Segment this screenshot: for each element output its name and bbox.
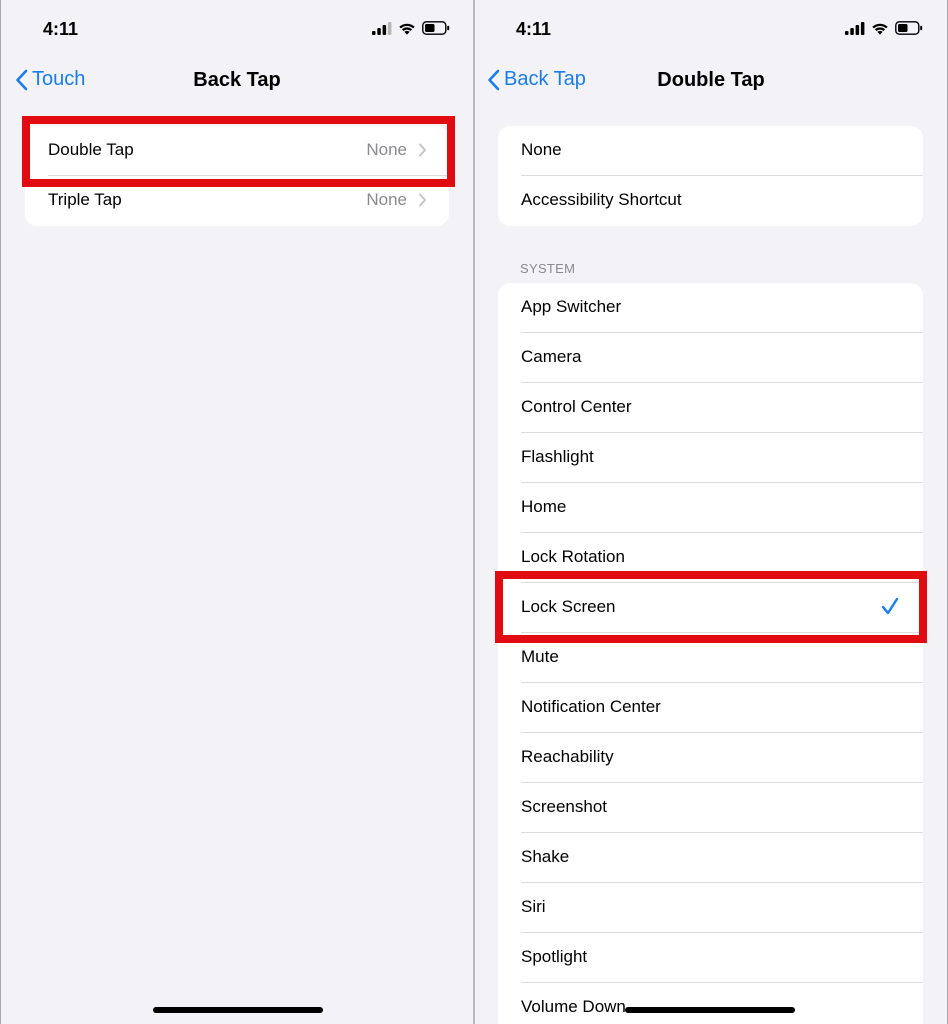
wifi-icon: [399, 23, 415, 35]
row-label: Accessibility Shortcut: [521, 190, 682, 209]
section-header-system: SYSTEM: [520, 261, 576, 276]
option-volume-down[interactable]: Volume Down: [498, 983, 923, 1024]
status-time: 4:11: [516, 19, 552, 39]
system-options-list: App Switcher Camera Control Center Flashlig…: [498, 283, 923, 1024]
row-label: Flashlight: [521, 447, 594, 466]
option-spotlight[interactable]: Spotlight: [498, 933, 923, 983]
page-title: Double Tap: [657, 69, 765, 91]
wifi-icon: [872, 23, 888, 35]
row-label: Spotlight: [521, 947, 588, 966]
option-siri[interactable]: Siri: [498, 883, 923, 933]
status-icons: [372, 21, 450, 35]
row-label: Siri: [521, 897, 546, 916]
battery-icon: [422, 21, 450, 35]
option-lock-rotation[interactable]: Lock Rotation: [498, 533, 923, 583]
option-mute[interactable]: Mute: [498, 633, 923, 683]
back-tap-options-list: Double Tap None Triple Tap None: [25, 126, 449, 226]
status-icons: [845, 21, 923, 35]
row-label: Double Tap: [48, 140, 134, 159]
row-label: Shake: [521, 847, 570, 866]
option-shake[interactable]: Shake: [498, 833, 923, 883]
option-screenshot[interactable]: Screenshot: [498, 783, 923, 833]
back-tap-screen: 4:11 Touch Back Tap Double Tap None Trip…: [1, 0, 473, 1024]
option-notification-center[interactable]: Notification Center: [498, 683, 923, 733]
row-label: None: [521, 140, 562, 159]
row-label: Notification Center: [521, 697, 661, 716]
cellular-signal-icon: [372, 21, 392, 35]
option-flashlight[interactable]: Flashlight: [498, 433, 923, 483]
row-label: Volume Down: [521, 997, 626, 1016]
row-label: Triple Tap: [48, 190, 122, 209]
row-label: Control Center: [521, 397, 632, 416]
status-time: 4:11: [43, 19, 79, 39]
row-label: Mute: [521, 647, 559, 666]
row-label: Home: [521, 497, 567, 516]
row-value: None: [366, 140, 407, 159]
row-label: Screenshot: [521, 797, 607, 816]
home-indicator[interactable]: [625, 1007, 795, 1013]
option-control-center[interactable]: Control Center: [498, 383, 923, 433]
checkmark-icon: [881, 597, 899, 615]
option-camera[interactable]: Camera: [498, 333, 923, 383]
cellular-signal-icon: [845, 21, 865, 35]
option-lock-screen[interactable]: Lock Screen: [498, 583, 923, 633]
chevron-right-icon: [419, 143, 426, 157]
double-tap-screen: 4:11 Back Tap Double Tap None Accessibil…: [475, 0, 947, 1024]
battery-icon: [895, 21, 923, 35]
row-label: Lock Screen: [521, 597, 616, 616]
chevron-right-icon: [419, 193, 426, 207]
row-value: None: [366, 190, 407, 209]
option-reachability[interactable]: Reachability: [498, 733, 923, 783]
triple-tap-row[interactable]: Triple Tap None: [25, 176, 449, 226]
option-accessibility-shortcut[interactable]: Accessibility Shortcut: [498, 176, 923, 226]
home-indicator[interactable]: [153, 1007, 323, 1013]
row-label: Lock Rotation: [521, 547, 625, 566]
option-home[interactable]: Home: [498, 483, 923, 533]
row-label: App Switcher: [521, 297, 622, 316]
double-tap-row[interactable]: Double Tap None: [25, 126, 449, 176]
top-options-list: None Accessibility Shortcut: [498, 126, 923, 226]
option-app-switcher[interactable]: App Switcher: [498, 283, 923, 333]
option-none[interactable]: None: [498, 126, 923, 176]
row-label: Reachability: [521, 747, 614, 766]
row-label: Camera: [521, 347, 582, 366]
page-title: Back Tap: [193, 69, 281, 91]
